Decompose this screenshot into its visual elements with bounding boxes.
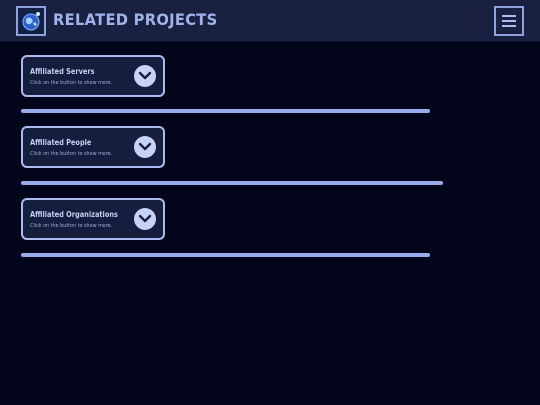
section-subtitle: Click on the button to show more. [30, 80, 113, 86]
expand-button[interactable] [134, 65, 156, 87]
section-title: Affiliated Servers [30, 67, 95, 76]
expand-button[interactable] [134, 136, 156, 158]
globe-logo-icon [16, 6, 46, 36]
expand-button[interactable] [134, 208, 156, 230]
section-card: Affiliated People Click on the button to… [21, 126, 165, 168]
section-title: Affiliated Organizations [30, 210, 118, 219]
chevron-down-icon [138, 142, 152, 151]
app-header: RELATED PROJECTS [0, 0, 540, 42]
section-subtitle: Click on the button to show more. [30, 151, 113, 157]
section-divider [21, 181, 443, 185]
section-subtitle: Click on the button to show more. [30, 223, 113, 229]
section-title: Affiliated People [30, 138, 92, 147]
chevron-down-icon [138, 214, 152, 223]
hamburger-menu-icon[interactable] [494, 6, 524, 36]
section-card: Affiliated Organizations Click on the bu… [21, 198, 165, 240]
menu-line [502, 25, 516, 27]
section-card: Affiliated Servers Click on the button t… [21, 55, 165, 97]
page-title: RELATED PROJECTS [53, 10, 218, 29]
section-divider [21, 109, 430, 113]
section-divider [21, 253, 430, 257]
chevron-down-icon [138, 71, 152, 80]
menu-line [502, 15, 516, 17]
menu-line [502, 20, 516, 22]
